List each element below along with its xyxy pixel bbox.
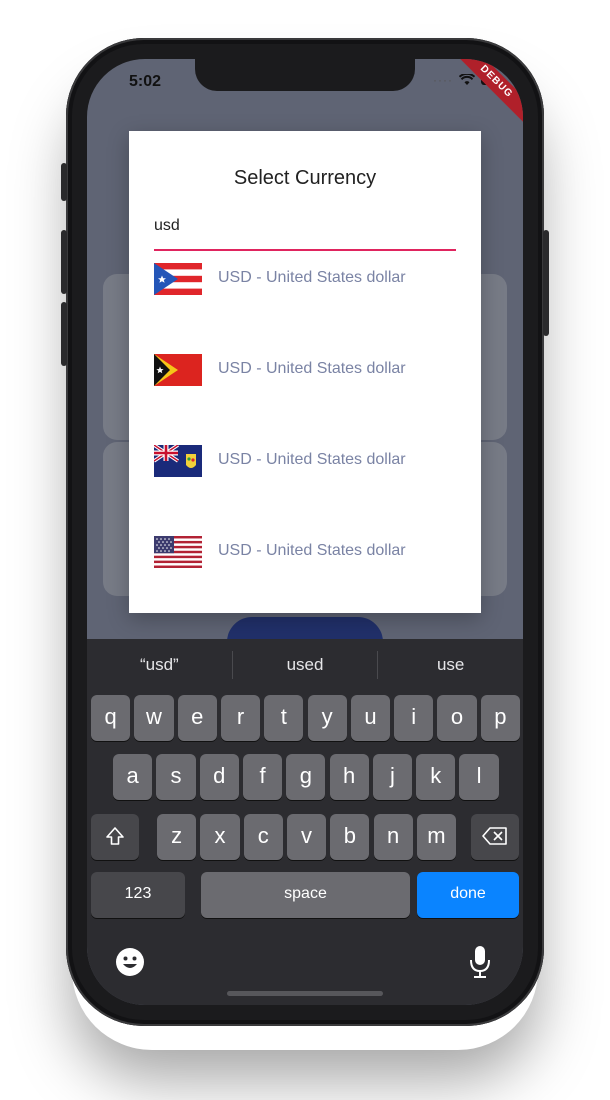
currency-label: USD - United States dollar xyxy=(218,542,406,559)
key-a[interactable]: a xyxy=(113,754,153,800)
wifi-icon xyxy=(459,74,475,85)
backspace-icon xyxy=(482,827,507,845)
key-s[interactable]: s xyxy=(156,754,196,800)
home-indicator xyxy=(227,991,383,996)
east-timor-flag-icon xyxy=(154,354,202,386)
key-e[interactable]: e xyxy=(177,695,217,741)
numbers-key[interactable]: 123 xyxy=(91,872,185,918)
key-k[interactable]: k xyxy=(416,754,456,800)
currency-item[interactable]: USD - United States dollar xyxy=(154,348,456,439)
status-time: 5:02 xyxy=(129,73,162,90)
currency-label: USD - United States dollar xyxy=(218,360,406,377)
keyboard: “usd” used use qwertyuiop asdfghjkl zxcvbn… xyxy=(87,639,523,1005)
volume-down-button xyxy=(61,302,67,366)
key-m[interactable]: m xyxy=(416,814,457,860)
mute-switch xyxy=(61,163,67,201)
key-i[interactable]: i xyxy=(394,695,434,741)
key-t[interactable]: t xyxy=(264,695,304,741)
emoji-button[interactable] xyxy=(115,947,145,982)
key-r[interactable]: r xyxy=(220,695,261,741)
suggestion-bar: “usd” used use xyxy=(87,639,523,691)
space-key[interactable]: space xyxy=(201,872,410,918)
key-d[interactable]: d xyxy=(199,754,239,800)
usa-flag-icon xyxy=(154,536,202,568)
suggestion-item[interactable]: “usd” xyxy=(87,639,232,691)
done-key[interactable]: done xyxy=(417,872,519,918)
turks-caicos-flag-icon xyxy=(154,445,202,477)
key-n[interactable]: n xyxy=(373,814,413,860)
puerto-rico-flag-icon xyxy=(154,263,202,295)
search-input[interactable] xyxy=(154,217,456,235)
key-w[interactable]: w xyxy=(134,695,174,741)
key-o[interactable]: o xyxy=(437,695,477,741)
currency-label: USD - United States dollar xyxy=(218,269,406,286)
key-f[interactable]: f xyxy=(242,754,283,800)
signal-icon: ···· xyxy=(433,73,453,87)
shift-icon xyxy=(106,827,124,845)
currency-list: USD - United States dollar USD - United … xyxy=(154,257,456,621)
key-c[interactable]: c xyxy=(243,814,283,860)
microphone-icon xyxy=(470,946,490,978)
power-button xyxy=(543,230,549,336)
key-y[interactable]: y xyxy=(307,695,347,741)
currency-item[interactable]: USD - United States dollar xyxy=(154,530,456,621)
shift-key[interactable] xyxy=(91,814,139,860)
key-v[interactable]: v xyxy=(286,814,327,860)
notch xyxy=(195,59,415,91)
currency-label: USD - United States dollar xyxy=(218,451,406,468)
key-z[interactable]: z xyxy=(157,814,197,860)
currency-item[interactable]: USD - United States dollar xyxy=(154,439,456,530)
key-j[interactable]: j xyxy=(372,754,413,800)
dialog-title: Select Currency xyxy=(233,167,377,189)
volume-up-button xyxy=(61,230,67,294)
suggestion-item[interactable]: used xyxy=(233,639,378,691)
currency-dialog: Select Currency USD - United States doll… xyxy=(129,131,481,613)
backspace-key[interactable] xyxy=(471,814,519,860)
key-h[interactable]: h xyxy=(329,754,369,800)
key-l[interactable]: l xyxy=(459,754,499,800)
dictation-button[interactable] xyxy=(469,945,491,984)
key-x[interactable]: x xyxy=(200,814,240,860)
currency-item[interactable]: USD - United States dollar xyxy=(154,257,456,348)
screen: 5:02 ···· DEBUG Select Currency USD - Un… xyxy=(87,59,523,1005)
key-u[interactable]: u xyxy=(350,695,391,741)
emoji-icon xyxy=(116,948,144,976)
suggestion-item[interactable]: use xyxy=(378,639,523,691)
search-field[interactable] xyxy=(154,211,456,251)
key-g[interactable]: g xyxy=(286,754,326,800)
key-q[interactable]: q xyxy=(91,695,131,741)
key-b[interactable]: b xyxy=(330,814,370,860)
key-p[interactable]: p xyxy=(480,695,520,741)
